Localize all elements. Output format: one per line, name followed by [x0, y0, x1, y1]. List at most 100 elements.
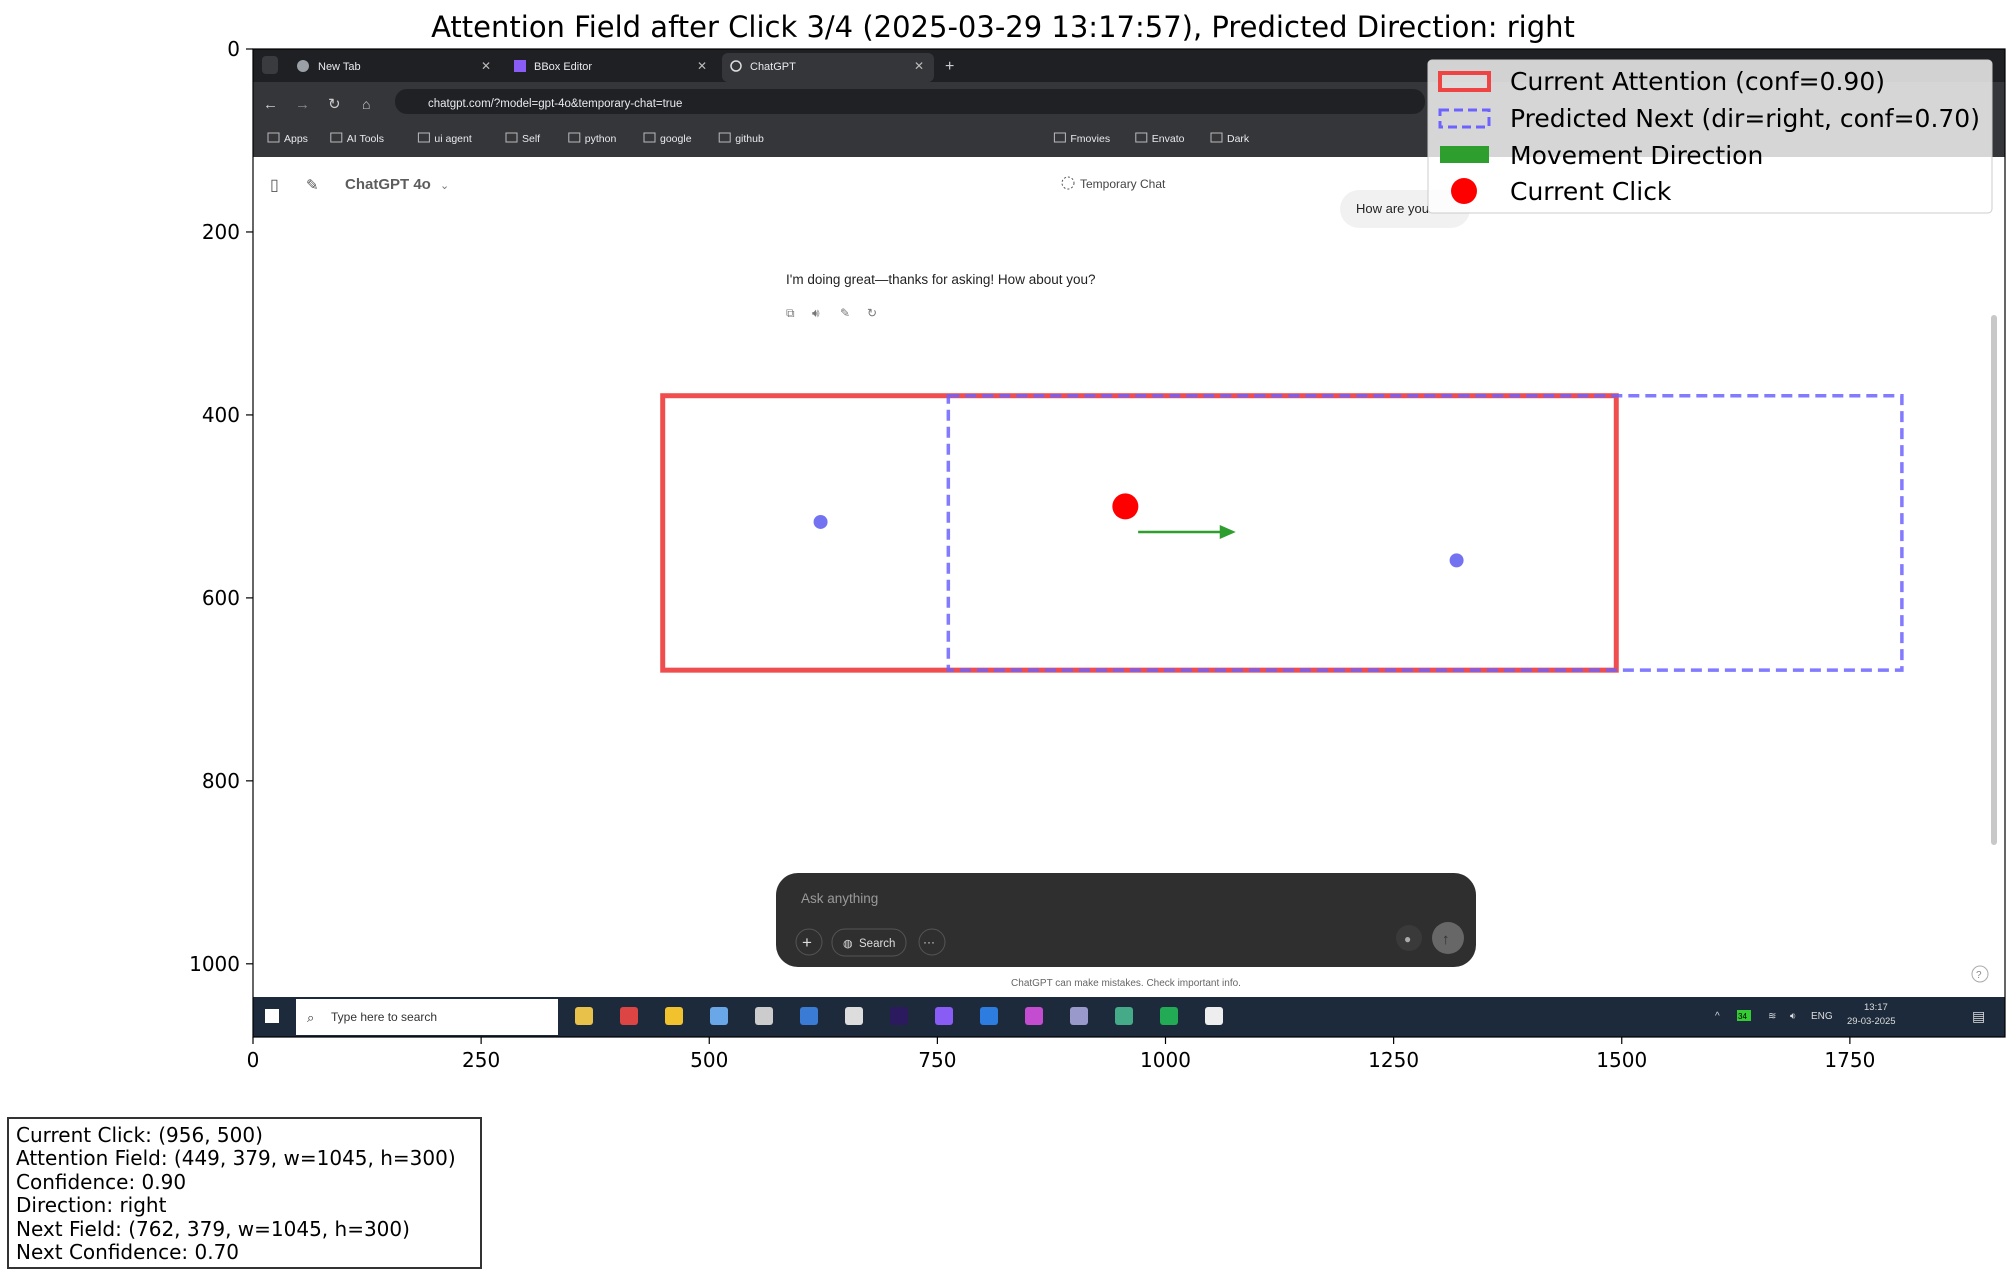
bookmark-8[interactable]: Envato: [1152, 133, 1185, 145]
legend-label-predicted-next: Predicted Next (dir=right, conf=0.70): [1510, 104, 1980, 133]
bookmark-0[interactable]: Apps: [284, 133, 308, 145]
new-tab-plus-icon[interactable]: +: [945, 58, 954, 75]
x-tick-label: 750: [918, 1048, 956, 1072]
prompt-box[interactable]: [776, 873, 1476, 967]
taskbar-app-icon[interactable]: [845, 1007, 863, 1025]
bookmark-9[interactable]: Dark: [1227, 133, 1250, 145]
tab-bbox-editor[interactable]: BBox Editor ✕: [506, 53, 720, 82]
microphone-icon[interactable]: ●: [1404, 932, 1411, 946]
arrow-up-icon: ↑: [1442, 931, 1450, 948]
x-tick-label: 1250: [1368, 1048, 1419, 1072]
taskbar-app-icon[interactable]: [710, 1007, 728, 1025]
bookmark-3[interactable]: Self: [522, 133, 540, 145]
taskbar-app-icon[interactable]: [575, 1007, 593, 1025]
y-tick-label: 200: [202, 220, 240, 244]
tab-chatgpt[interactable]: ChatGPT ✕: [722, 53, 934, 82]
taskbar-app-icon[interactable]: [1115, 1007, 1133, 1025]
language-indicator: ENG: [1811, 1011, 1833, 1022]
temporary-chat-label[interactable]: Temporary Chat: [1080, 177, 1166, 191]
wifi-icon: ≋: [1768, 1011, 1776, 1022]
bookmark-4[interactable]: python: [585, 133, 617, 145]
attention-point: [1449, 553, 1464, 568]
notification-icon[interactable]: ▤: [1972, 1008, 1985, 1024]
edit-icon[interactable]: ✎: [840, 306, 850, 320]
bbox-favicon: [514, 60, 526, 72]
x-tick-label: 1500: [1596, 1048, 1647, 1072]
legend-label-movement-direction: Movement Direction: [1510, 141, 1763, 170]
new-chat-icon[interactable]: ✎: [306, 177, 319, 194]
info-box: Current Click: (956, 500) Attention Fiel…: [7, 1117, 482, 1269]
taskbar-app-icon[interactable]: [620, 1007, 638, 1025]
x-tick-label: 1750: [1824, 1048, 1875, 1072]
legend-movement-direction-swatch: [1440, 146, 1489, 163]
globe-icon: ◍: [843, 938, 853, 950]
volume-icon: 🔉︎: [1790, 1011, 1796, 1022]
search-icon: ⌕: [307, 1010, 314, 1025]
bookmark-6[interactable]: github: [735, 133, 764, 145]
plus-icon[interactable]: +: [802, 933, 812, 952]
info-next-field: Next Field: (762, 379, w=1045, h=300): [16, 1216, 410, 1241]
taskbar-app-icon[interactable]: [935, 1007, 953, 1025]
back-icon[interactable]: ←: [263, 96, 278, 113]
taskbar-app-icon[interactable]: [1160, 1007, 1178, 1025]
assistant-message: I'm doing great—thanks for asking! How a…: [786, 272, 1096, 287]
taskbar-app-icon[interactable]: [800, 1007, 818, 1025]
current-click-point: [1112, 493, 1139, 520]
bookmark-1[interactable]: AI Tools: [347, 133, 384, 145]
close-icon: ✕: [481, 59, 491, 73]
reload-icon[interactable]: ↻: [328, 96, 341, 113]
x-axis: 0 250 500 750 1000 1250 1500 1750: [247, 1037, 1875, 1072]
taskbar-app-icon[interactable]: [1070, 1007, 1088, 1025]
speaker-icon[interactable]: 🔊︎: [812, 306, 820, 320]
chevron-down-icon: ⌄: [440, 180, 449, 192]
legend-current-click-swatch: [1451, 178, 1477, 204]
attention-point: [813, 514, 828, 529]
x-tick-label: 250: [462, 1048, 500, 1072]
tab-new-tab[interactable]: New Tab ✕: [286, 53, 500, 82]
legend-label-current-click: Current Click: [1510, 177, 1672, 206]
x-tick-label: 1000: [1140, 1048, 1191, 1072]
taskbar-app-icon[interactable]: [755, 1007, 773, 1025]
home-icon[interactable]: ⌂: [362, 96, 370, 112]
x-tick-label: 500: [690, 1048, 728, 1072]
windows-start-icon[interactable]: [265, 1009, 279, 1023]
copy-icon[interactable]: ⧉: [786, 306, 795, 320]
info-attention-field: Attention Field: (449, 379, w=1045, h=30…: [16, 1146, 456, 1171]
y-tick-label: 600: [202, 586, 240, 610]
more-icon[interactable]: ···: [923, 935, 935, 949]
taskbar-app-icon[interactable]: [1025, 1007, 1043, 1025]
bookmark-2[interactable]: ui agent: [434, 133, 471, 145]
y-tick-label: 800: [202, 769, 240, 793]
model-selector[interactable]: ChatGPT 4o: [345, 176, 431, 193]
forward-icon[interactable]: →: [295, 96, 310, 113]
user-message: How are you: [1356, 201, 1429, 216]
search-label: Search: [859, 938, 895, 950]
prompt-input[interactable]: Ask anything: [801, 891, 878, 906]
x-tick-label: 0: [247, 1048, 260, 1072]
bookmark-7[interactable]: Fmovies: [1070, 133, 1110, 145]
battery-percent: 34: [1738, 1012, 1747, 1021]
y-tick-label: 0: [227, 37, 240, 61]
y-tick-label: 400: [202, 403, 240, 427]
tray-chevron-icon[interactable]: ^: [1715, 1011, 1720, 1022]
url-text: chatgpt.com/?model=gpt-4o&temporary-chat…: [428, 98, 682, 110]
regenerate-icon[interactable]: ↻: [867, 306, 877, 320]
info-current-click: Current Click: (956, 500): [16, 1123, 263, 1147]
scrollbar[interactable]: [1991, 315, 1997, 845]
taskbar-app-icon[interactable]: [890, 1007, 908, 1025]
tab-label: BBox Editor: [534, 61, 592, 73]
figure: Attention Field after Click 3/4 (2025-03…: [189, 10, 2006, 1072]
disclaimer: ChatGPT can make mistakes. Check importa…: [1011, 978, 1241, 989]
bookmark-5[interactable]: google: [660, 133, 692, 145]
legend: Current Attention (conf=0.90) Predicted …: [1427, 59, 1993, 214]
sidebar-toggle-icon[interactable]: ▯: [270, 177, 279, 194]
help-icon[interactable]: ?: [1976, 970, 1982, 981]
chrome-icon: [297, 60, 309, 72]
close-icon: ✕: [914, 59, 924, 73]
taskbar-app-icon[interactable]: [665, 1007, 683, 1025]
taskbar-app-icon[interactable]: [1205, 1007, 1223, 1025]
close-icon: ✕: [697, 59, 707, 73]
y-axis: 0 200 400 600 800 1000: [189, 37, 253, 976]
tab-label: ChatGPT: [750, 61, 796, 73]
taskbar-app-icon[interactable]: [980, 1007, 998, 1025]
